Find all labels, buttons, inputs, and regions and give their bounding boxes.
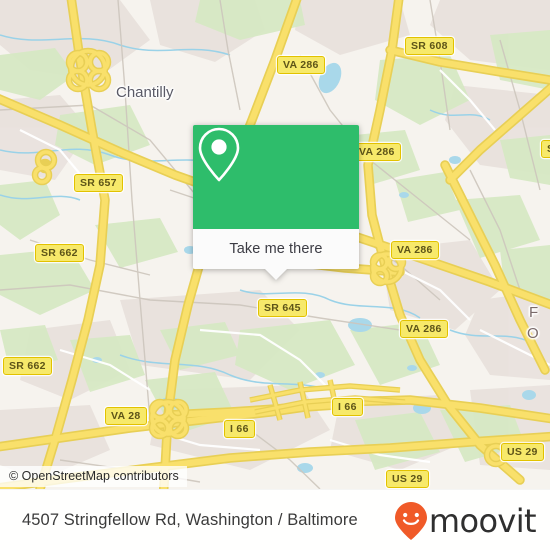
moovit-smiley-pin-icon [394,501,427,540]
road-shield-clipped-east: S [541,140,550,158]
road-shield-sr-662-b: SR 662 [3,357,52,375]
road-shield-sr-608: SR 608 [405,37,454,55]
road-shield-va-286-b: VA 286 [353,143,401,161]
map-popup[interactable]: Take me there [193,125,359,280]
road-shield-i-66-a: I 66 [332,398,363,416]
moovit-brand[interactable]: moovit [394,501,537,541]
popup-icon-area [193,125,359,229]
road-shield-sr-645: SR 645 [258,299,307,317]
take-me-there-label: Take me there [229,241,323,257]
road-shield-va-286-a: VA 286 [277,56,325,74]
place-label-chantilly: Chantilly [116,84,174,101]
map-attribution[interactable]: © OpenStreetMap contributors [0,466,187,487]
road-shield-va-28: VA 28 [105,407,147,425]
footer-bar: 4507 Stringfellow Rd, Washington / Balti… [0,489,550,550]
road-shield-i-66-b: I 66 [224,420,255,438]
place-label-clipped-1: F [529,304,539,321]
road-shield-va-286-d: VA 286 [400,320,448,338]
map-pin-icon [198,127,240,182]
popup-tail-pointer [264,268,288,280]
place-label-clipped-2: O [527,325,539,342]
road-shield-us-29-b: US 29 [386,470,429,488]
popup-action-area[interactable]: Take me there [193,229,359,280]
moovit-wordmark: moovit [428,501,537,540]
road-shield-sr-662-a: SR 662 [35,244,84,262]
moovit-map-screenshot: Chantilly F O SR 608 VA 286 VA 286 SR 65… [0,0,550,550]
road-shield-va-286-c: VA 286 [391,241,439,259]
road-shield-us-29-a: US 29 [501,443,544,461]
road-shield-sr-657: SR 657 [74,174,123,192]
map-canvas[interactable]: Chantilly F O SR 608 VA 286 VA 286 SR 65… [0,0,550,489]
address-label: 4507 Stringfellow Rd, Washington / Balti… [22,511,358,529]
